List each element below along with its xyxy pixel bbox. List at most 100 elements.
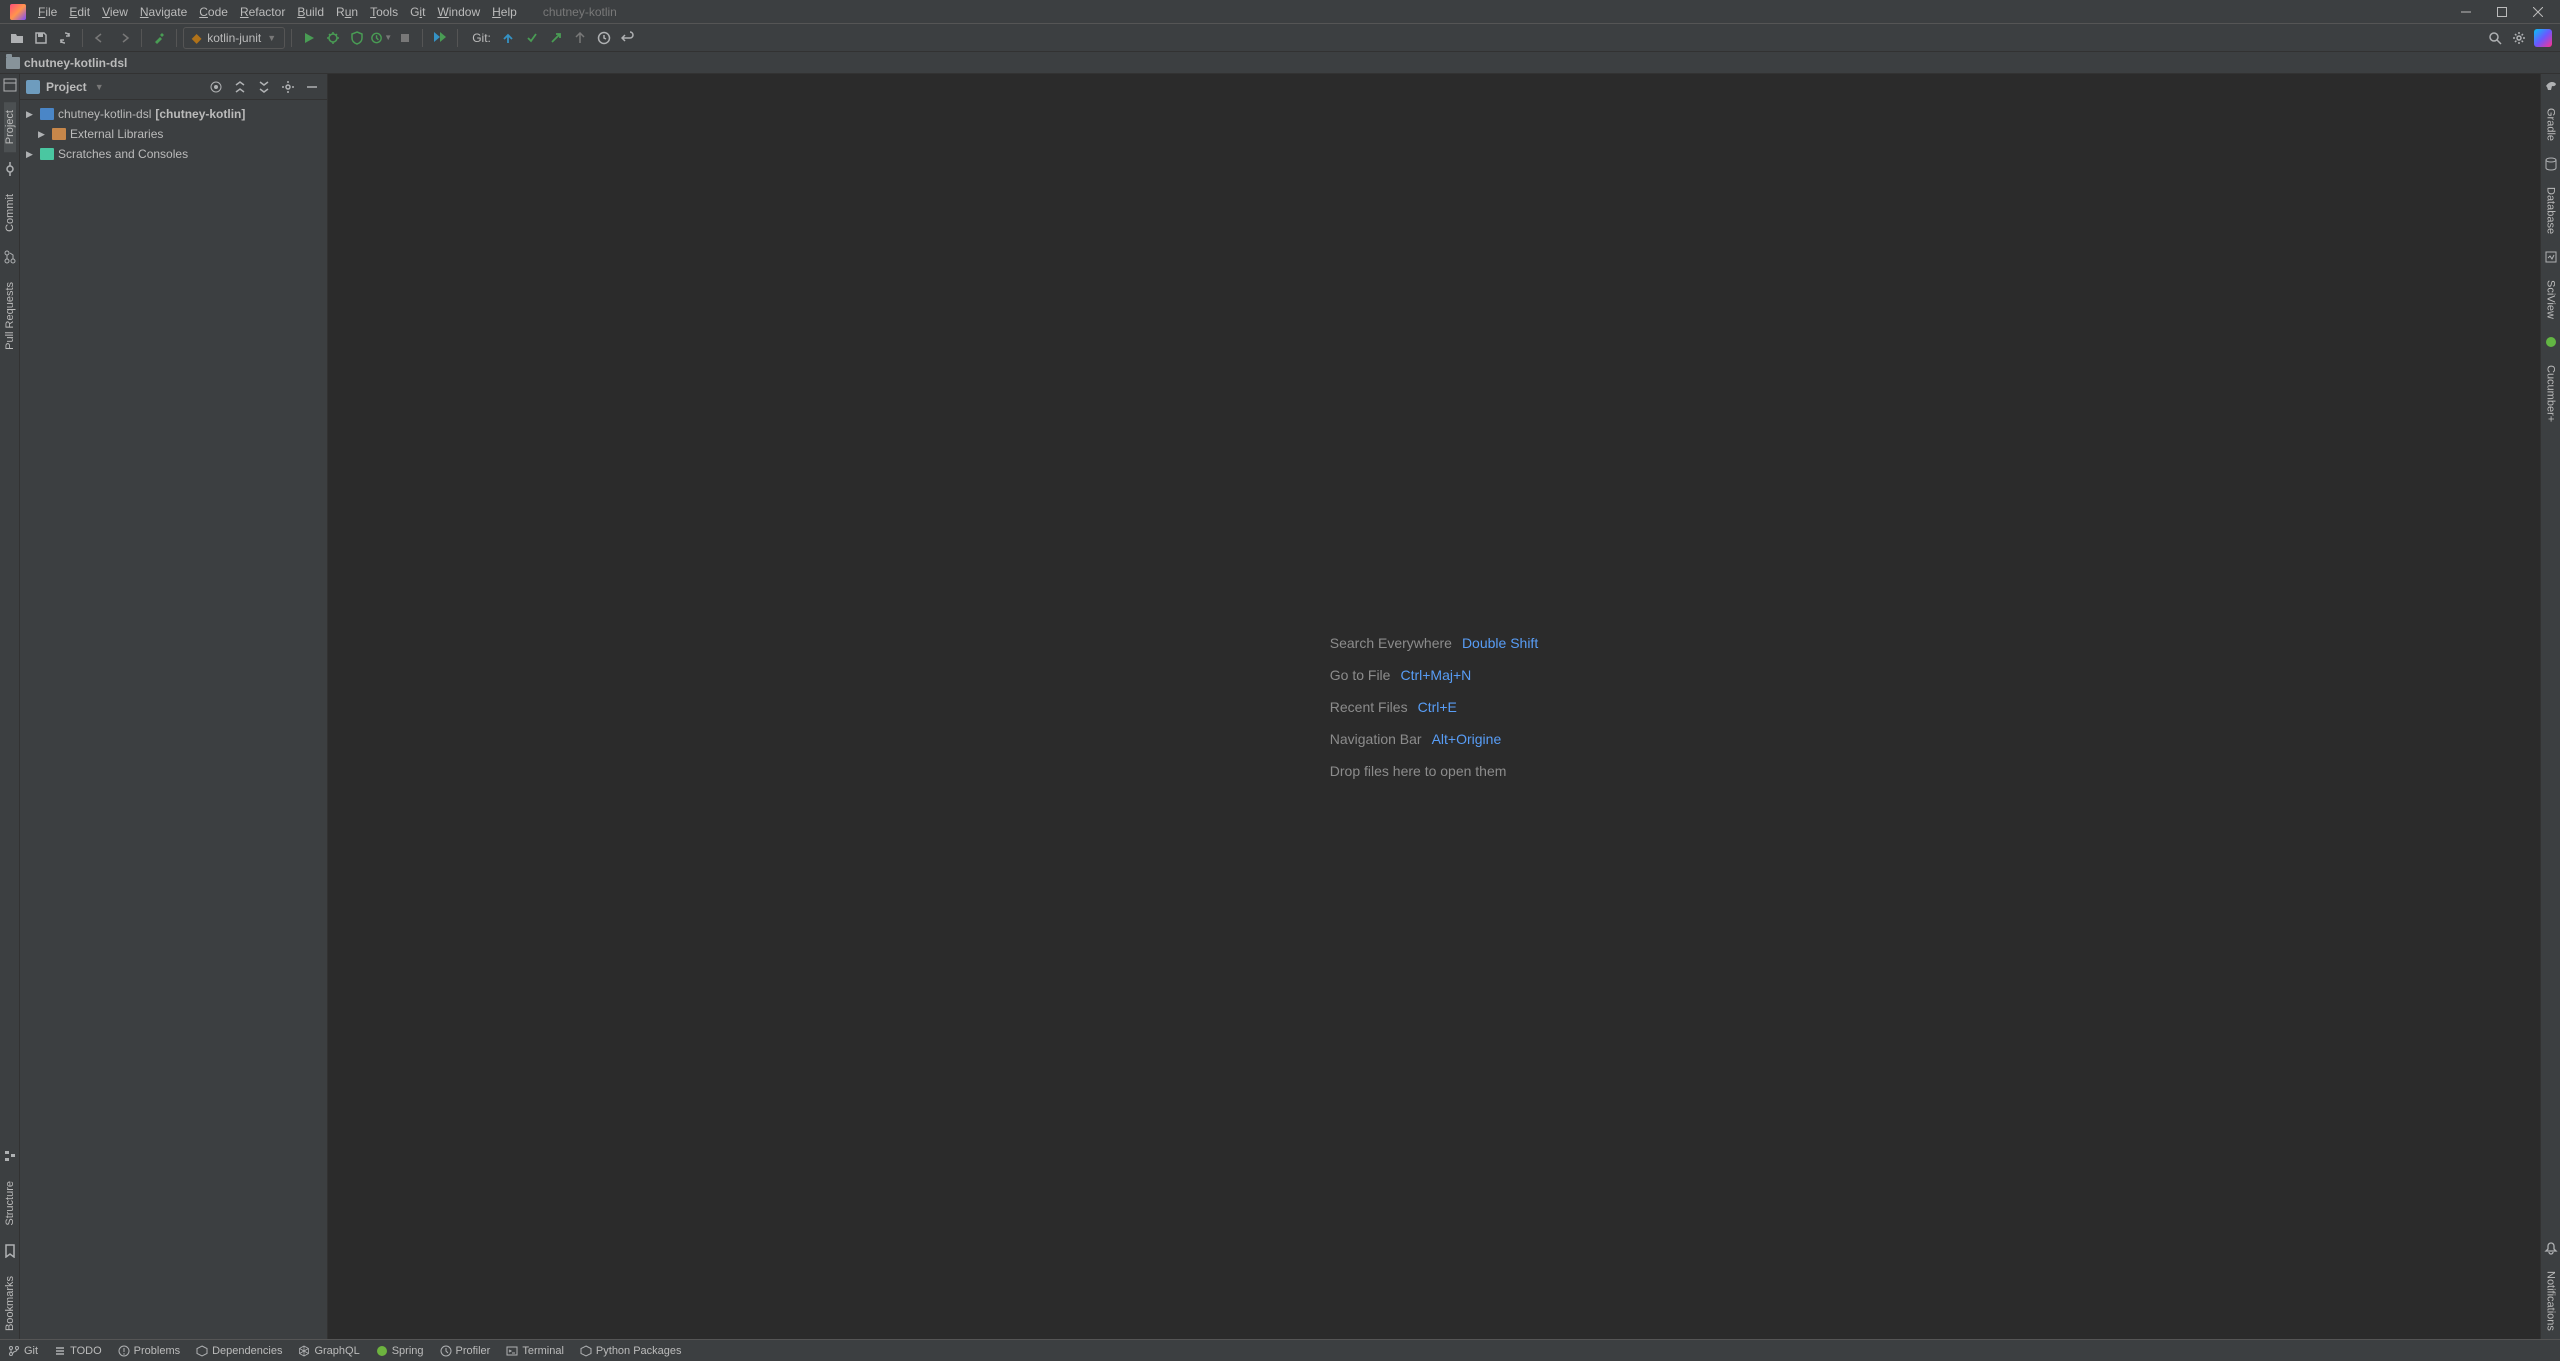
collapse-all-icon[interactable] bbox=[255, 78, 273, 96]
menu-run[interactable]: Run bbox=[330, 0, 364, 23]
profile-icon[interactable]: ▼ bbox=[370, 27, 392, 49]
menu-tools[interactable]: Tools bbox=[364, 0, 404, 23]
minimize-button[interactable] bbox=[2448, 0, 2484, 24]
bottom-spring-tab[interactable]: Spring bbox=[376, 1345, 424, 1357]
structure-tab[interactable]: Structure bbox=[4, 1173, 16, 1234]
right-tool-strip: Gradle Database SciView Cucumber+ Notifi… bbox=[2540, 74, 2560, 1339]
expand-arrow-icon[interactable]: ▶ bbox=[26, 149, 36, 160]
debug-icon[interactable] bbox=[322, 27, 344, 49]
expand-arrow-icon[interactable]: ▶ bbox=[26, 109, 36, 120]
open-icon[interactable] bbox=[6, 27, 28, 49]
close-button[interactable] bbox=[2520, 0, 2556, 24]
bottom-problems-tab[interactable]: Problems bbox=[118, 1345, 180, 1357]
database-tool-icon[interactable] bbox=[2544, 157, 2558, 171]
git-label: Git: bbox=[472, 31, 491, 45]
pull-requests-icon[interactable] bbox=[3, 250, 17, 264]
menu-code[interactable]: Code bbox=[193, 0, 234, 23]
nav-back-icon[interactable] bbox=[89, 27, 111, 49]
hint-label: Recent Files bbox=[1330, 699, 1408, 715]
git-history-icon[interactable] bbox=[569, 27, 591, 49]
project-tree[interactable]: ▶ chutney-kotlin-dsl [chutney-kotlin] ▶ … bbox=[20, 100, 327, 1339]
sync-icon[interactable] bbox=[54, 27, 76, 49]
hide-panel-icon[interactable] bbox=[303, 78, 321, 96]
save-all-icon[interactable] bbox=[30, 27, 52, 49]
sciview-tab[interactable]: SciView bbox=[2545, 272, 2557, 327]
coverage-icon[interactable] bbox=[346, 27, 368, 49]
project-tab[interactable]: Project bbox=[4, 102, 16, 152]
menu-build[interactable]: Build bbox=[291, 0, 330, 23]
maximize-button[interactable] bbox=[2484, 0, 2520, 24]
tree-item-label: External Libraries bbox=[70, 127, 163, 141]
bottom-tab-label: Python Packages bbox=[596, 1345, 682, 1357]
git-update-icon[interactable] bbox=[497, 27, 519, 49]
bottom-python-packages-tab[interactable]: Python Packages bbox=[580, 1345, 682, 1357]
git-clock-icon[interactable] bbox=[593, 27, 615, 49]
more-actions-icon[interactable] bbox=[429, 27, 451, 49]
commit-tab[interactable]: Commit bbox=[4, 186, 16, 240]
run-config-selector[interactable]: ◆ kotlin-junit ▼ bbox=[183, 27, 285, 49]
bottom-profiler-tab[interactable]: Profiler bbox=[440, 1345, 491, 1357]
menu-edit[interactable]: Edit bbox=[63, 0, 96, 23]
hint-label: Navigation Bar bbox=[1330, 731, 1422, 747]
bottom-git-tab[interactable]: Git bbox=[8, 1345, 38, 1357]
panel-settings-gear-icon[interactable] bbox=[279, 78, 297, 96]
hint-navigation-bar: Navigation Bar Alt+Origine bbox=[1330, 731, 1538, 747]
notifications-bell-icon[interactable] bbox=[2544, 1241, 2558, 1255]
tree-root-item[interactable]: ▶ chutney-kotlin-dsl [chutney-kotlin] bbox=[20, 104, 327, 124]
kotlin-icon: ◆ bbox=[192, 31, 201, 45]
menu-refactor[interactable]: Refactor bbox=[234, 0, 291, 23]
nav-forward-icon[interactable] bbox=[113, 27, 135, 49]
menu-view[interactable]: View bbox=[96, 0, 134, 23]
menu-window[interactable]: Window bbox=[431, 0, 486, 23]
bottom-todo-tab[interactable]: TODO bbox=[54, 1345, 102, 1357]
app-icon bbox=[10, 4, 26, 20]
git-commit-icon[interactable] bbox=[521, 27, 543, 49]
tree-external-libraries[interactable]: ▶ External Libraries bbox=[20, 124, 327, 144]
tree-scratches[interactable]: ▶ Scratches and Consoles bbox=[20, 144, 327, 164]
structure-tool-icon[interactable] bbox=[3, 1149, 17, 1163]
project-tool-icon[interactable] bbox=[3, 78, 17, 92]
commit-tool-icon[interactable] bbox=[3, 162, 17, 176]
navigation-bar[interactable]: chutney-kotlin-dsl bbox=[0, 52, 2560, 74]
stop-icon[interactable] bbox=[394, 27, 416, 49]
pull-requests-tab[interactable]: Pull Requests bbox=[4, 274, 16, 358]
git-push-icon[interactable] bbox=[545, 27, 567, 49]
bottom-graphql-tab[interactable]: GraphQL bbox=[298, 1345, 359, 1357]
run-config-label: kotlin-junit bbox=[207, 31, 261, 45]
bottom-tool-bar: Git TODO Problems Dependencies GraphQL S… bbox=[0, 1339, 2560, 1361]
bottom-tab-label: GraphQL bbox=[314, 1345, 359, 1357]
menu-help[interactable]: Help bbox=[486, 0, 523, 23]
search-everywhere-icon[interactable] bbox=[2484, 27, 2506, 49]
select-opened-file-icon[interactable] bbox=[207, 78, 225, 96]
project-panel-header: Project ▼ bbox=[20, 74, 327, 100]
git-rollback-icon[interactable] bbox=[617, 27, 639, 49]
bottom-dependencies-tab[interactable]: Dependencies bbox=[196, 1345, 282, 1357]
run-icon[interactable] bbox=[298, 27, 320, 49]
cucumber-tool-icon[interactable] bbox=[2544, 335, 2558, 349]
menu-navigate[interactable]: Navigate bbox=[134, 0, 193, 23]
gradle-tab[interactable]: Gradle bbox=[2545, 100, 2557, 149]
cucumber-tab[interactable]: Cucumber+ bbox=[2545, 357, 2557, 430]
build-hammer-icon[interactable] bbox=[148, 27, 170, 49]
breadcrumb[interactable]: chutney-kotlin-dsl bbox=[24, 56, 127, 70]
notifications-tab[interactable]: Notifications bbox=[2545, 1263, 2557, 1339]
window-controls bbox=[2448, 0, 2556, 24]
expand-arrow-icon[interactable]: ▶ bbox=[38, 129, 48, 140]
code-with-me-icon[interactable] bbox=[2532, 27, 2554, 49]
gradle-tool-icon[interactable] bbox=[2544, 78, 2558, 92]
project-panel-title[interactable]: Project bbox=[46, 80, 87, 94]
title-project-name: chutney-kotlin bbox=[543, 5, 617, 19]
editor-area[interactable]: Search Everywhere Double Shift Go to Fil… bbox=[328, 74, 2540, 1339]
scratch-folder-icon bbox=[40, 148, 54, 160]
sciview-tool-icon[interactable] bbox=[2544, 250, 2558, 264]
expand-all-icon[interactable] bbox=[231, 78, 249, 96]
bookmarks-tab[interactable]: Bookmarks bbox=[4, 1268, 16, 1339]
database-tab[interactable]: Database bbox=[2545, 179, 2557, 242]
menu-file[interactable]: File bbox=[32, 0, 63, 23]
package-icon bbox=[196, 1345, 208, 1357]
bookmarks-tool-icon[interactable] bbox=[3, 1244, 17, 1258]
menu-git[interactable]: Git bbox=[404, 0, 431, 23]
chevron-down-icon[interactable]: ▼ bbox=[95, 82, 104, 92]
settings-gear-icon[interactable] bbox=[2508, 27, 2530, 49]
bottom-terminal-tab[interactable]: Terminal bbox=[506, 1345, 564, 1357]
